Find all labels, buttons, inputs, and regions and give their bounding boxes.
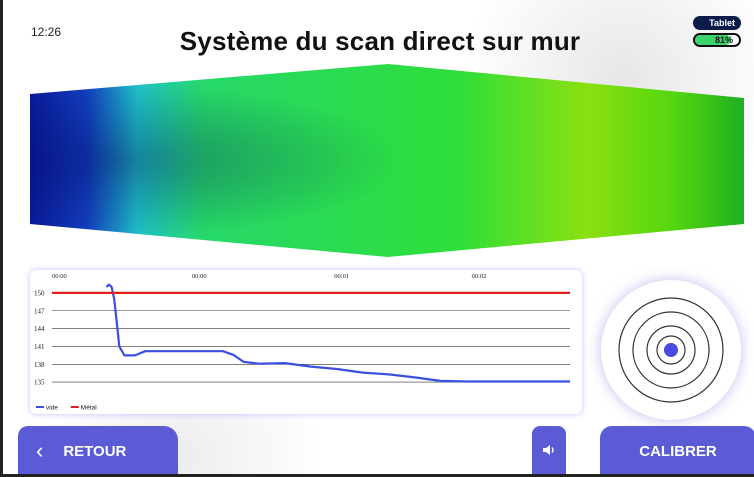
scan-surface bbox=[30, 64, 744, 257]
detector-target bbox=[601, 280, 741, 420]
legend-label: vide bbox=[46, 405, 58, 412]
y-tick-label: 141 bbox=[34, 343, 45, 351]
y-tick-label: 144 bbox=[34, 325, 45, 333]
sound-button[interactable] bbox=[532, 426, 566, 474]
back-button-label: RETOUR bbox=[63, 442, 127, 460]
calibrate-button[interactable]: CALIBRER bbox=[600, 426, 754, 474]
target-icon bbox=[618, 297, 724, 403]
signal-chart-card: 00:00 00:00 00:01 00:02 150 147 144 141 138 135 vi… bbox=[30, 270, 582, 414]
x-tick-label: 00:00 bbox=[192, 273, 207, 280]
target-dot bbox=[664, 343, 678, 357]
y-tick-label: 150 bbox=[34, 289, 45, 297]
x-tick-label: 00:02 bbox=[472, 273, 487, 280]
app-screen: 12:26 Système du scan direct sur mur Tab… bbox=[0, 0, 754, 477]
legend-label: Métal bbox=[81, 405, 97, 412]
signal-chart: 00:00 00:00 00:01 00:02 150 147 144 141 138 135 vi… bbox=[34, 273, 570, 412]
chevron-left-icon: ‹ bbox=[36, 438, 44, 463]
y-tick-label: 147 bbox=[34, 307, 45, 315]
calibrate-button-label: CALIBRER bbox=[639, 442, 717, 460]
back-button[interactable]: ‹ RETOUR bbox=[18, 426, 178, 474]
x-tick-label: 00:00 bbox=[52, 273, 67, 280]
series-line-vide bbox=[105, 283, 570, 383]
y-tick-label: 135 bbox=[34, 379, 45, 387]
y-tick-label: 138 bbox=[34, 361, 45, 369]
x-tick-label: 00:01 bbox=[334, 273, 349, 280]
speaker-icon bbox=[543, 445, 554, 455]
